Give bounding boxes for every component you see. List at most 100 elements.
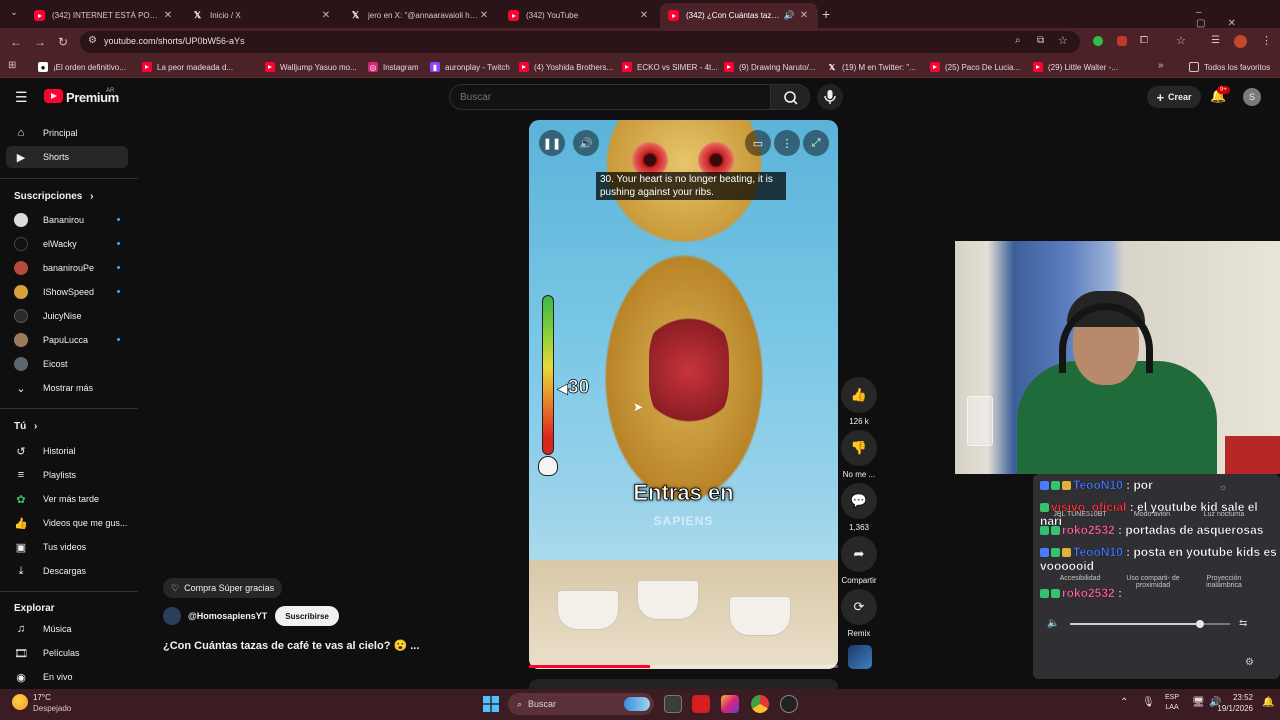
- install-icon[interactable]: ⧉: [1037, 35, 1044, 46]
- tab-3[interactable]: (342) YouTube ✕: [500, 3, 658, 28]
- subscribe-button[interactable]: Suscribirse: [275, 606, 339, 626]
- steam-icon[interactable]: [780, 695, 798, 713]
- weather-moon-icon[interactable]: [12, 694, 28, 710]
- sidebar-item-subscription[interactable]: elWacky: [6, 233, 128, 255]
- captions-button[interactable]: ▭: [745, 130, 771, 156]
- pause-button[interactable]: ❚❚: [539, 130, 565, 156]
- clock-time[interactable]: 23:52: [1219, 693, 1253, 702]
- bookmarks-manager-icon[interactable]: ☆: [1176, 34, 1186, 47]
- weather-temperature[interactable]: 17°C: [33, 693, 51, 702]
- zoom-icon[interactable]: ⌕: [1015, 35, 1021, 46]
- tab-4-active[interactable]: (342) ¿Con Cuántas tazas d 🔊 ✕: [660, 3, 818, 28]
- new-tab-icon[interactable]: +: [822, 6, 836, 22]
- audio-output-icon[interactable]: ⇆: [1239, 618, 1247, 629]
- extensions-puzzle-icon[interactable]: ⧠: [1140, 35, 1148, 46]
- sidebar-item-movies[interactable]: 🎞 Películas: [6, 642, 128, 664]
- instagram-icon[interactable]: [721, 695, 739, 713]
- video-progress-bar[interactable]: [529, 665, 838, 668]
- share-icon[interactable]: ➦: [841, 536, 877, 572]
- youtube-logo-icon[interactable]: [44, 89, 63, 103]
- close-icon[interactable]: ✕: [638, 10, 650, 21]
- clock-date[interactable]: 19/1/2026: [1216, 704, 1253, 713]
- mute-button[interactable]: 🔊: [573, 130, 599, 156]
- sidebar-item-home[interactable]: ⌂ Principal: [6, 122, 128, 144]
- sidebar-item-subscription[interactable]: Eicost: [6, 353, 128, 375]
- sidebar-item-subscription[interactable]: Bananirou: [6, 209, 128, 231]
- volume-knob[interactable]: [1196, 620, 1204, 628]
- video-title[interactable]: ¿Con Cuántas tazas de café te vas al cie…: [163, 639, 419, 652]
- sidebar-item-watch-later[interactable]: ✿ Ver más tarde: [6, 488, 128, 510]
- close-icon[interactable]: ✕: [798, 10, 810, 21]
- comment-action[interactable]: 💬 1,363: [840, 483, 878, 532]
- url-text[interactable]: youtube.com/shorts/UP0bW56-aYs: [104, 36, 245, 46]
- back-icon[interactable]: ←: [8, 34, 24, 50]
- sidebar-item-liked-videos[interactable]: 👍 Videos que me gus...: [6, 512, 128, 534]
- close-icon[interactable]: ✕: [162, 10, 174, 21]
- chevron-up-icon[interactable]: ⌃: [1120, 697, 1128, 708]
- tab-2[interactable]: 𝕏 jero en X: "@annaaravaioli http ✕: [342, 3, 498, 28]
- profile-avatar[interactable]: [1234, 35, 1247, 48]
- extension-icon[interactable]: [1093, 36, 1103, 46]
- sidebar-item-live[interactable]: ◉ En vivo: [6, 666, 128, 688]
- channel-name[interactable]: @HomosapiensYT: [188, 611, 267, 621]
- settings-gear-icon[interactable]: ⚙: [1245, 657, 1254, 668]
- fullscreen-button[interactable]: ⤢: [803, 130, 829, 156]
- sidebar-item-subscription[interactable]: JuicyNise: [6, 305, 128, 327]
- bookmark-item[interactable]: (29) Little Walter -...: [1033, 60, 1118, 74]
- user-avatar[interactable]: S: [1243, 88, 1261, 106]
- volume-slider[interactable]: [1070, 623, 1230, 625]
- sidebar-item-subscription[interactable]: IShowSpeed: [6, 281, 128, 303]
- next-short-preview[interactable]: [529, 679, 838, 689]
- bookmark-item[interactable]: ● ¡El orden definitivo...: [38, 60, 126, 74]
- bookmark-item[interactable]: (9) Drawing Naruto/...: [724, 60, 815, 74]
- sidebar-item-history[interactable]: ↺ Historial: [6, 440, 128, 462]
- volume-icon[interactable]: 🔈: [1047, 618, 1059, 629]
- apps-grid-icon[interactable]: ⊞: [8, 60, 16, 71]
- more-options-button[interactable]: ⋮: [774, 130, 800, 156]
- dislike-action[interactable]: 👎 No me ...: [840, 430, 878, 479]
- menu-kebab-icon[interactable]: ⋮: [1261, 34, 1272, 47]
- extension-icon[interactable]: [1117, 36, 1127, 46]
- bookmark-item[interactable]: La peor madeada d...: [142, 60, 233, 74]
- chevron-right-icon[interactable]: »: [1158, 60, 1164, 71]
- sidebar-item-playlists[interactable]: ≡ Playlists: [6, 464, 128, 486]
- notifications-icon[interactable]: 🔔: [1262, 697, 1274, 708]
- network-icon[interactable]: 🖥: [1192, 697, 1205, 708]
- bookmark-item[interactable]: (25) Paco De Lucia...: [930, 60, 1020, 74]
- like-action[interactable]: 👍 126 k: [840, 377, 878, 426]
- close-icon[interactable]: ✕: [320, 10, 332, 21]
- reading-list-icon[interactable]: ☰: [1211, 35, 1220, 46]
- tab-0[interactable]: (342) INTERNET ESTÁ PODRIDO ✕: [26, 3, 182, 28]
- reload-icon[interactable]: ↻: [55, 34, 71, 50]
- sidebar-item-subscription[interactable]: bananirouPe: [6, 257, 128, 279]
- sidebar-item-subscription[interactable]: PapuLucca: [6, 329, 128, 351]
- you-heading[interactable]: Tú ›: [14, 421, 37, 432]
- bookmark-item[interactable]: ▮ auronplay - Twitch: [430, 60, 510, 74]
- thumbs-down-icon[interactable]: 👎: [841, 430, 877, 466]
- search-button[interactable]: [770, 84, 810, 110]
- windows-start-icon[interactable]: [483, 696, 499, 712]
- chrome-icon[interactable]: [751, 695, 769, 713]
- bookmark-item[interactable]: 𝕏 (19) M en Twitter: "...: [827, 60, 916, 74]
- show-more-button[interactable]: ⌄ Mostrar más: [6, 377, 128, 399]
- qs-accessibility-label[interactable]: Accesibilidad: [1048, 575, 1112, 582]
- close-icon[interactable]: ✕: [478, 10, 490, 21]
- all-bookmarks-folder[interactable]: Todos los favoritos: [1189, 60, 1270, 74]
- bookmark-item[interactable]: Walljump Yasuo mo...: [265, 60, 357, 74]
- remix-action[interactable]: ⟳ Remix: [840, 589, 878, 638]
- sidebar-item-downloads[interactable]: ⤓ Descargas: [6, 560, 128, 582]
- search-input[interactable]: [450, 85, 770, 109]
- microphone-icon[interactable]: 🎙: [1142, 697, 1155, 708]
- share-action[interactable]: ➦ Compartir: [840, 536, 878, 585]
- site-info-icon[interactable]: ⚙: [88, 35, 97, 46]
- task-view-icon[interactable]: [664, 695, 682, 713]
- taskbar-search[interactable]: ⌕ Buscar: [508, 693, 654, 715]
- sound-thumbnail[interactable]: [848, 645, 872, 669]
- channel-avatar[interactable]: [163, 607, 181, 625]
- forward-icon[interactable]: →: [32, 34, 48, 50]
- sidebar-item-music[interactable]: ♫ Música: [6, 618, 128, 640]
- bookmark-item[interactable]: (4) Yoshida Brothers...: [519, 60, 613, 74]
- tab-search-icon[interactable]: ⌄: [6, 7, 22, 21]
- bookmark-star-icon[interactable]: ☆: [1058, 34, 1068, 47]
- language-indicator[interactable]: ESP LAA: [1165, 693, 1179, 713]
